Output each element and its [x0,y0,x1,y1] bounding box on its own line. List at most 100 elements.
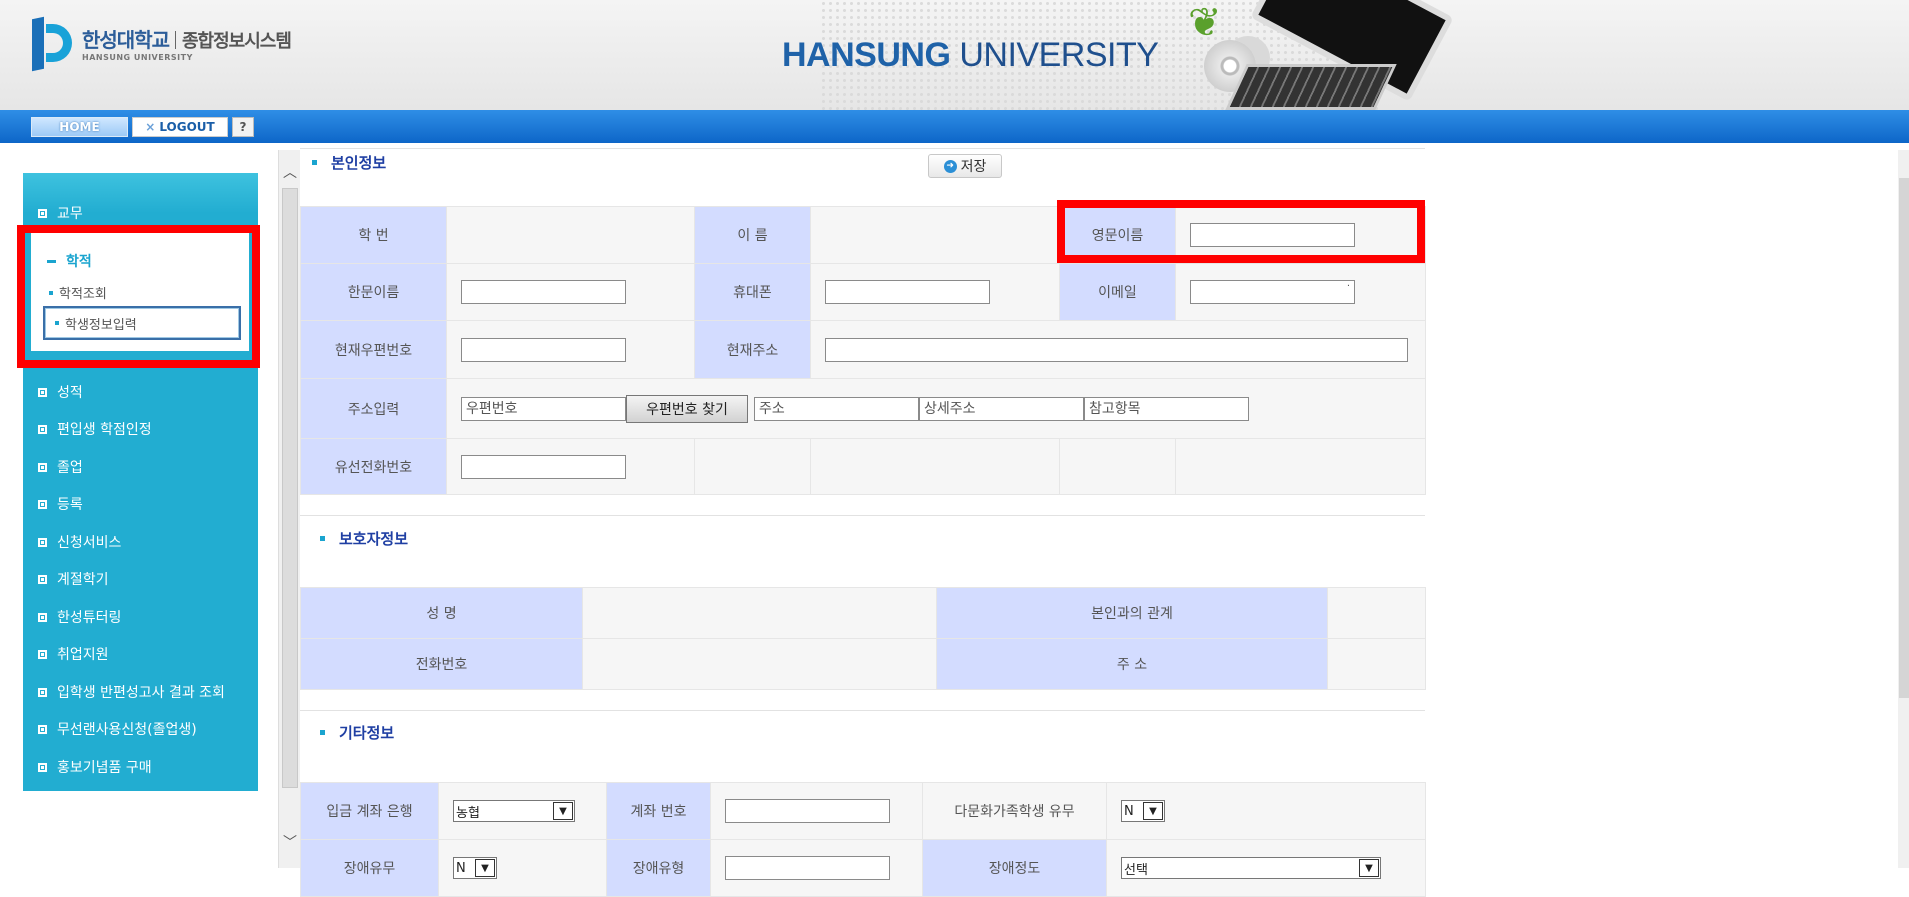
label-relation: 본인과의 관계 [936,587,1328,639]
chinese-name-input[interactable] [461,280,626,304]
sidebar-subitem-student-info-input[interactable]: 학생정보입력 [43,306,241,340]
zip-input[interactable] [461,337,626,362]
zip-code-field[interactable]: 우편번호 [461,396,626,421]
arrow-circle-icon: ➜ [943,159,957,173]
logo-system-name: 종합정보시스템 [182,31,292,52]
address-input[interactable] [825,337,1408,362]
brand-title: HANSUNG UNIVERSITY [782,36,1159,75]
dot-icon [55,321,59,325]
sidebar-item-label: 한성튜터링 [57,610,122,626]
sidebar-item-label: 성적 [57,385,83,401]
sidebar-item-wifi-request[interactable]: 무선랜사용신청(졸업생) [38,719,197,739]
disability-type-input[interactable] [725,856,890,880]
multicultural-select[interactable]: N ▼ [1121,800,1165,822]
logo-korean: 한성대학교 [82,28,170,52]
sidebar-item-academic[interactable]: 교무 [38,203,83,223]
disability-degree-selected-value: 선택 [1124,862,1148,878]
university-logo[interactable]: 한성대학교 종합정보시스템 HANSUNG UNIVERSITY [30,14,292,74]
section-title-personal: 본인정보 [312,152,386,173]
save-label: 저장 [960,159,987,175]
scrollbar-thumb[interactable] [1899,178,1909,698]
top-nav-bar: HOME × LOGOUT ? [0,110,1909,143]
bank-select[interactable]: 농협 ▼ [453,800,575,822]
content-scrollbar[interactable]: ︿ ﹀ [278,150,300,868]
sidebar-subitem-records-view[interactable]: 학적조회 [49,283,107,302]
bank-selected-value: 농협 [456,805,480,821]
label-student-id: 학 번 [300,206,447,264]
square-bullet-icon [38,499,47,509]
label-disability-degree: 장애정도 [922,839,1107,897]
square-bullet-icon [38,424,47,434]
reference-field[interactable]: 참고항목 [1084,396,1249,421]
sidebar-subitem-label: 학적조회 [59,287,107,302]
sidebar-item-label: 무선랜사용신청(졸업생) [57,722,197,738]
empty-cell [1059,438,1176,495]
sidebar-item-tutoring[interactable]: 한성튜터링 [38,607,121,627]
label-landline: 유선전화번호 [300,438,447,495]
logout-label: LOGOUT [159,120,215,134]
logo-mark-icon [30,14,76,74]
english-name-input[interactable] [1190,223,1355,247]
section-title-guardian: 보호자정보 [320,528,408,549]
sidebar-item-seasonal-semester[interactable]: 계절학기 [38,569,109,589]
sidebar-item-label: 입학생 반편성고사 결과 조회 [57,685,225,701]
chevron-down-icon: ▼ [553,802,573,820]
chevron-down-icon: ▼ [1359,859,1379,877]
label-disability-type: 장애유형 [606,839,711,897]
scroll-down-icon[interactable]: ﹀ [283,832,297,852]
square-bullet-icon [38,387,47,397]
sidebar-item-records[interactable]: 학적 [47,251,92,271]
sidebar-item-label: 신청서비스 [57,535,122,551]
sidebar-item-career-support[interactable]: 취업지원 [38,644,109,664]
find-zip-button[interactable]: 우편번호 찾기 [626,394,748,423]
scroll-up-icon[interactable]: ︿ [283,162,297,182]
label-guardian-name: 성 명 [300,587,583,639]
page-scrollbar[interactable] [1898,150,1909,868]
sidebar-item-label: 등록 [57,497,83,513]
site-header: 한성대학교 종합정보시스템 HANSUNG UNIVERSITY HANSUNG … [0,0,1909,110]
square-bullet-icon [38,612,47,622]
value-student-id [446,206,695,264]
save-button[interactable]: ➜ 저장 [928,154,1002,178]
landline-input[interactable] [461,454,626,479]
sidebar-item-placement-test[interactable]: 입학생 반편성고사 결과 조회 [38,682,225,702]
home-button[interactable]: HOME [31,117,128,137]
label-guardian-address: 주 소 [936,638,1328,690]
detail-address-field[interactable]: 상세주소 [919,396,1084,421]
disability-degree-select[interactable]: 선택 ▼ [1121,857,1381,879]
address-field[interactable]: 주소 [754,396,919,421]
sidebar-item-graduation[interactable]: 졸업 [38,457,83,477]
chevron-down-icon: ▼ [1143,802,1163,820]
section-title-text: 본인정보 [331,154,387,172]
section-title-text: 보호자정보 [339,530,409,548]
value-guardian-phone [582,638,937,690]
sidebar-item-label: 졸업 [57,460,83,476]
square-bullet-icon [38,724,47,734]
sidebar-item-application-service[interactable]: 신청서비스 [38,532,121,552]
bullet-icon [312,160,317,165]
square-bullet-icon [38,687,47,697]
sidebar-item-souvenir[interactable]: 홍보기념품 구매 [38,757,152,777]
label-email: 이메일 [1059,263,1176,321]
other-info-table: 입금 계좌 은행 농협 ▼ 계좌 번호 다문화가족학생 유무 N ▼ 장애유무 N ▼… [300,782,1426,897]
sidebar-expanded-panel: 학적 학적조회 학생정보입력 [31,231,249,351]
brand-rest: UNIVERSITY [950,36,1159,74]
sidebar-menu: 교무 학적 학적조회 학생정보입력 성적 편입생 학점인정 졸업 등록 신청서비… [23,173,258,791]
logout-button[interactable]: × LOGOUT [132,117,228,137]
sidebar-item-label: 학적 [66,254,92,270]
sidebar-item-grades[interactable]: 성적 [38,382,83,402]
logo-text: 한성대학교 종합정보시스템 HANSUNG UNIVERSITY [82,24,292,62]
sidebar-item-transfer-credit[interactable]: 편입생 학점인정 [38,419,152,439]
dot-icon [49,290,53,295]
scrollbar-thumb[interactable] [282,188,298,788]
mobile-input[interactable] [825,280,990,304]
label-disability: 장애유무 [300,839,439,897]
disability-select[interactable]: N ▼ [453,857,497,879]
personal-info-table: 학 번 이 름 영문이름 한문이름 휴대폰 이메일 · 현재우편번호 현재주소 … [300,206,1426,495]
sidebar-item-label: 취업지원 [57,647,109,663]
account-input[interactable] [725,799,890,823]
sidebar-item-registration[interactable]: 등록 [38,494,83,514]
email-input[interactable]: · [1190,280,1355,304]
help-button[interactable]: ? [232,117,254,137]
multicultural-selected-value: N [1124,803,1134,819]
